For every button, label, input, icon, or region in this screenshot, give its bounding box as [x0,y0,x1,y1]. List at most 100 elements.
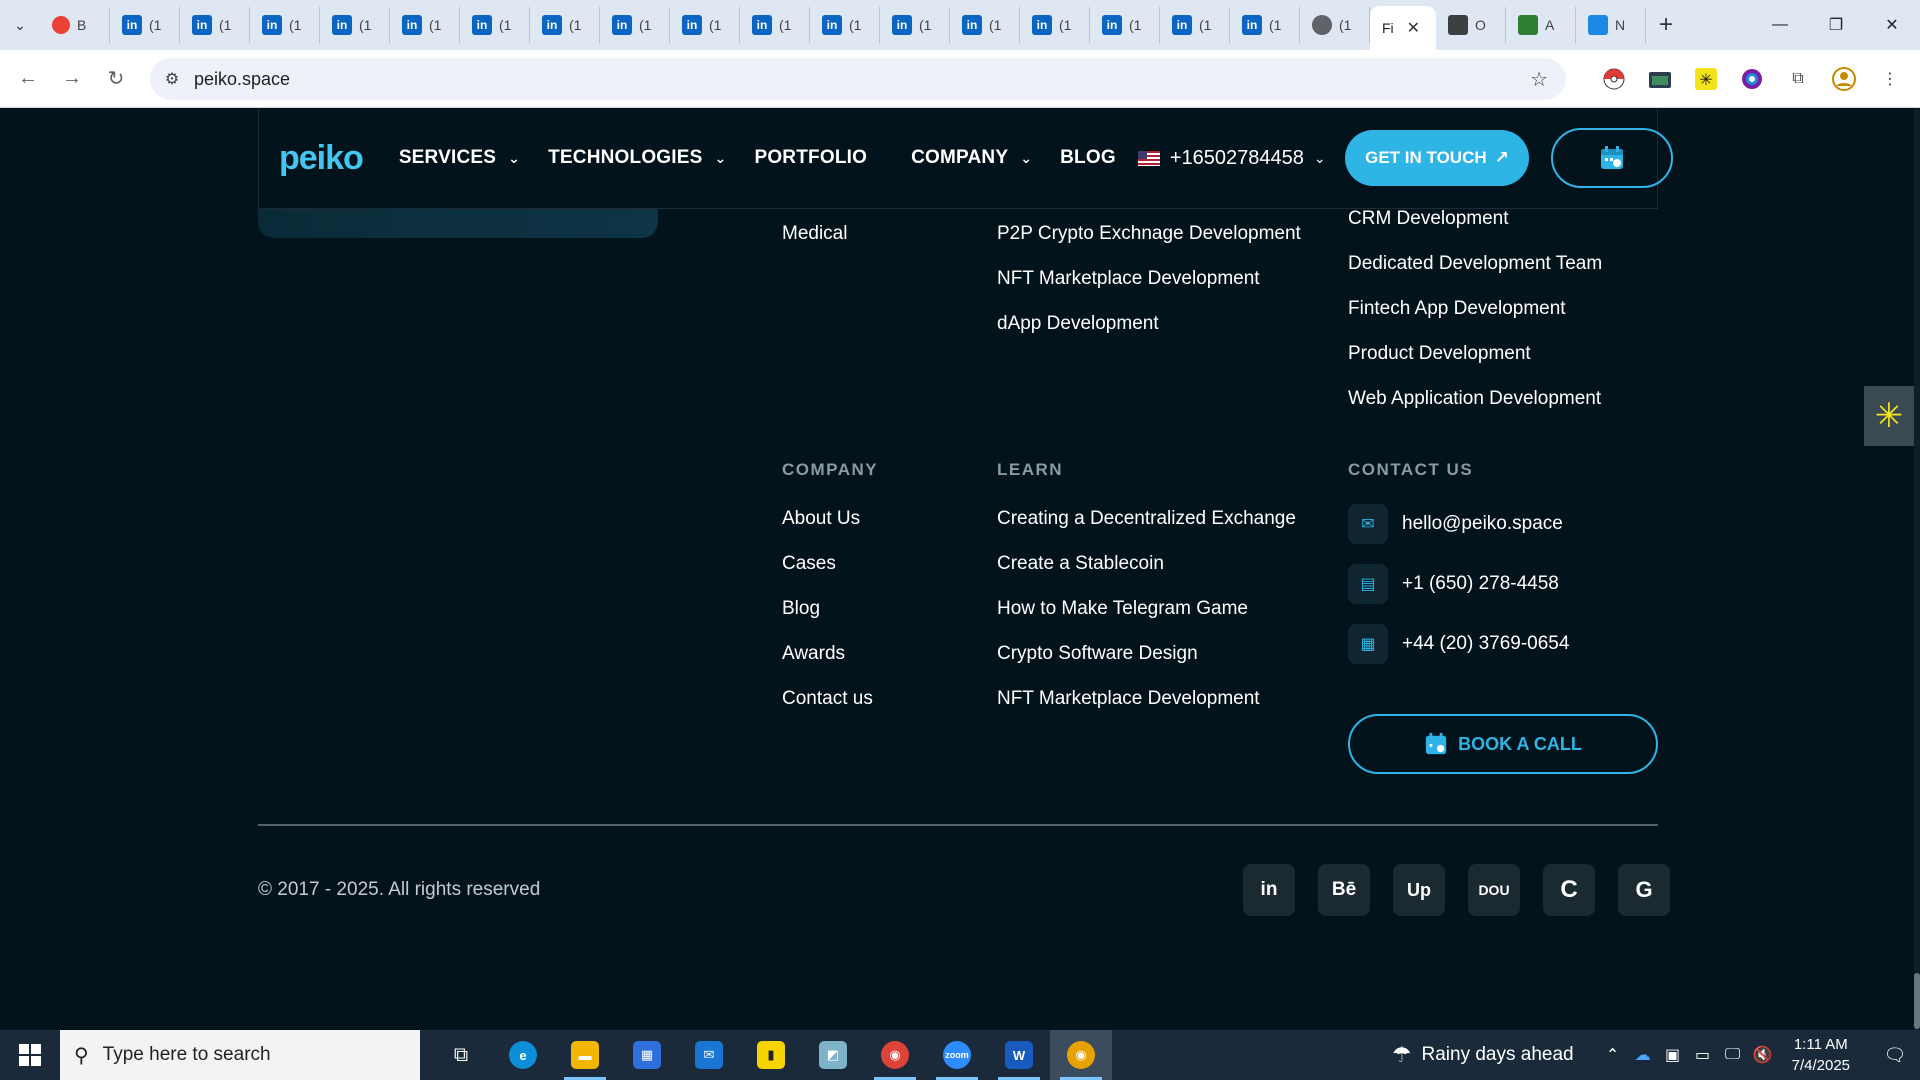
footer-link-contact[interactable]: Contact us [782,688,873,710]
learn-link-dex[interactable]: Creating a Decentralized Exchange [997,508,1296,530]
chrome-icon[interactable]: ◉ [1050,1030,1112,1080]
profile-avatar-icon[interactable] [1828,63,1860,95]
browser-tab-8[interactable]: in (1 [600,7,670,43]
contact-email-row[interactable]: ✉ hello@peiko.space [1348,504,1563,544]
mail-icon[interactable]: ✉ [678,1030,740,1080]
browser-tab-after-1[interactable]: A [1506,7,1576,43]
footer-link-product-dev[interactable]: Product Development [1348,343,1531,365]
forward-button[interactable]: → [50,57,94,101]
clutch-icon[interactable]: C [1543,864,1595,916]
footer-link-dedicated-team[interactable]: Dedicated Development Team [1348,253,1602,275]
browser-tab-5[interactable]: in (1 [390,7,460,43]
get-in-touch-button[interactable]: GET IN TOUCH ↗ [1345,130,1529,186]
contact-phone-uk[interactable]: +44 (20) 3769-0654 [1402,633,1569,655]
menu-blog[interactable]: BLOG [1060,147,1116,169]
calendar-button[interactable] [1551,128,1673,188]
browser-tab-1[interactable]: in (1 [110,7,180,43]
browser-menu-icon[interactable]: ⋮ [1874,63,1906,95]
behance-icon[interactable]: Bē [1318,864,1370,916]
book-a-call-button[interactable]: BOOK A CALL [1348,714,1658,774]
browser-tab-after-0[interactable]: O [1436,7,1506,43]
dou-icon[interactable]: DOU [1468,864,1520,916]
asterisk-widget-icon[interactable]: ✳ [1864,386,1914,446]
new-tab-button[interactable]: + [1646,11,1686,39]
browser-tab-6[interactable]: in (1 [460,7,530,43]
footer-link-about[interactable]: About Us [782,508,860,530]
chevron-up-icon[interactable]: ⌃ [1598,1045,1628,1065]
browser-tab-9[interactable]: in (1 [670,7,740,43]
asterisk-extension-icon[interactable]: ✳ [1690,63,1722,95]
volume-muted-icon[interactable]: 🔇 [1748,1045,1778,1065]
upwork-icon[interactable]: Up [1393,864,1445,916]
site-info-icon[interactable]: ⚙ [150,69,194,89]
active-tab[interactable]: Fi ✕ [1370,6,1436,50]
browser-tab-18[interactable]: (1 [1300,7,1370,43]
browser-tab-13[interactable]: in (1 [950,7,1020,43]
pokeball-extension-icon[interactable] [1598,63,1630,95]
puzzle-extensions-icon[interactable]: ⧉ [1782,63,1814,95]
footer-link-web-app[interactable]: Web Application Development [1348,388,1601,410]
learn-link-nft[interactable]: NFT Marketplace Development [997,688,1260,710]
menu-company[interactable]: COMPANY ⌄ [911,147,1032,169]
contact-email[interactable]: hello@peiko.space [1402,513,1563,535]
battery-icon[interactable]: ▭ [1688,1045,1718,1065]
footer-link-fintech[interactable]: Fintech App Development [1348,298,1566,320]
footer-link-crm[interactable]: CRM Development [1348,208,1509,230]
reload-button[interactable]: ↻ [94,57,138,101]
contact-phone-uk-row[interactable]: ▦ +44 (20) 3769-0654 [1348,624,1569,664]
tab-search-button[interactable]: ⌄ [0,0,40,50]
browser-tab-7[interactable]: in (1 [530,7,600,43]
color-picker-extension-icon[interactable] [1736,63,1768,95]
footer-link-nft-dev[interactable]: NFT Marketplace Development [997,268,1260,290]
browser-tab-10[interactable]: in (1 [740,7,810,43]
learn-link-stablecoin[interactable]: Create a Stablecoin [997,553,1164,575]
word-icon[interactable]: W [988,1030,1050,1080]
notifications-icon[interactable]: 🗨 [1870,1045,1920,1066]
start-button[interactable] [0,1030,60,1080]
scrollbar-thumb[interactable] [1914,973,1920,1029]
browser-tab-3[interactable]: in (1 [250,7,320,43]
footer-link-awards[interactable]: Awards [782,643,845,665]
close-window-button[interactable]: ✕ [1864,0,1920,50]
phone-selector[interactable]: +16502784458 ⌄ [1137,147,1326,170]
browser-tab-12[interactable]: in (1 [880,7,950,43]
page-scrollbar[interactable] [1914,108,1920,1030]
contact-phone-us[interactable]: +1 (650) 278-4458 [1402,573,1559,595]
store-icon[interactable]: ▦ [616,1030,678,1080]
notes-app-icon[interactable]: ◩ [802,1030,864,1080]
clock[interactable]: 1:11 AM 7/4/2025 [1792,1034,1850,1076]
browser-tab-4[interactable]: in (1 [320,7,390,43]
zoom-icon[interactable]: zoom [926,1030,988,1080]
menu-services[interactable]: SERVICES ⌄ [399,147,520,169]
learn-link-crypto-design[interactable]: Crypto Software Design [997,643,1198,665]
browser-tab-16[interactable]: in (1 [1160,7,1230,43]
menu-portfolio[interactable]: PORTFOLIO [754,147,867,169]
task-view-icon[interactable]: ⧉ [430,1030,492,1080]
sticky-notes-icon[interactable]: ▮ [740,1030,802,1080]
goodfirms-icon[interactable]: G [1618,864,1670,916]
linkedin-icon[interactable]: in [1243,864,1295,916]
folder-extension-icon[interactable] [1644,63,1676,95]
browser-tab-2[interactable]: in (1 [180,7,250,43]
browser-tab-after-2[interactable]: N [1576,7,1646,43]
onedrive-icon[interactable]: ☁ [1628,1045,1658,1065]
browser-tab-14[interactable]: in (1 [1020,7,1090,43]
weather-widget[interactable]: ☂ Rainy days ahead [1392,1042,1574,1068]
peiko-logo[interactable]: peiko [279,139,364,178]
address-bar[interactable]: ⚙ peiko.space ☆ [150,58,1566,100]
restore-button[interactable]: ❐ [1808,0,1864,50]
footer-link-blog[interactable]: Blog [782,598,820,620]
close-icon[interactable]: ✕ [1407,18,1420,38]
bookmark-star-icon[interactable]: ☆ [1530,67,1548,92]
footer-link-dapp[interactable]: dApp Development [997,313,1159,335]
meet-now-icon[interactable]: ▣ [1658,1045,1688,1065]
browser-tab-11[interactable]: in (1 [810,7,880,43]
taskbar-search[interactable]: ⚲ Type here to search [60,1030,420,1080]
browser-tab-0[interactable]: B [40,7,110,43]
edge-icon[interactable]: e [492,1030,554,1080]
menu-technologies[interactable]: TECHNOLOGIES ⌄ [548,147,726,169]
learn-link-telegram-game[interactable]: How to Make Telegram Game [997,598,1248,620]
back-button[interactable]: ← [6,57,50,101]
file-explorer-icon[interactable]: ▬ [554,1030,616,1080]
url-text[interactable]: peiko.space [194,69,290,90]
